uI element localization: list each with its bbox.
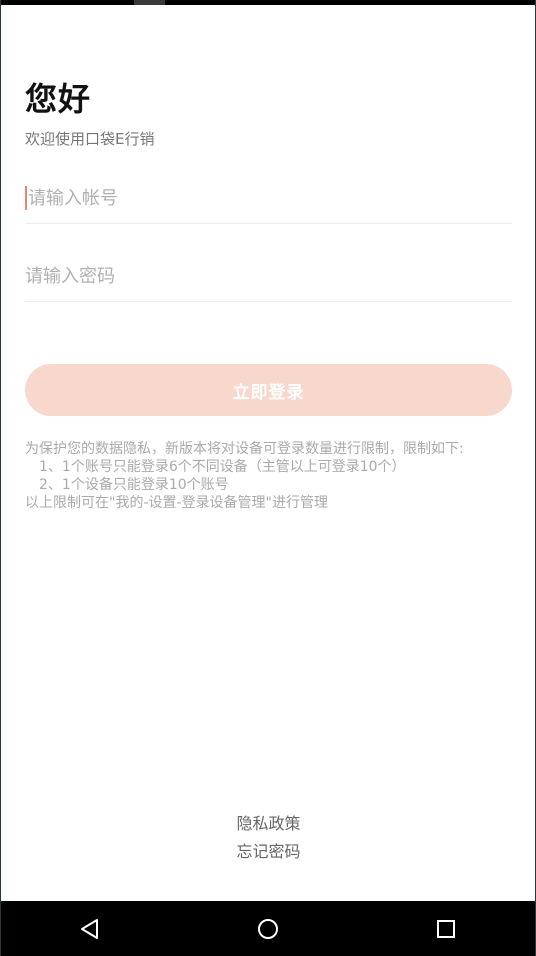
- account-field[interactable]: [25, 180, 515, 224]
- password-field[interactable]: [25, 258, 512, 302]
- nav-home-button[interactable]: [238, 901, 298, 956]
- notice-line: 为保护您的数据隐私，新版本将对设备可登录数量进行限制，限制如下:: [25, 441, 464, 457]
- home-icon: [258, 918, 278, 939]
- greeting-title: 您好: [25, 80, 92, 118]
- back-icon: [81, 918, 98, 939]
- system-navigation-bar: [1, 901, 535, 956]
- status-bar: [1, 0, 535, 5]
- device-limit-notice: 为保护您的数据隐私，新版本将对设备可登录数量进行限制，限制如下: 1、1个账号只…: [25, 440, 512, 512]
- account-input[interactable]: [25, 180, 515, 216]
- password-input[interactable]: [25, 258, 512, 294]
- notice-line: 2、1个设备只能登录10个账号: [39, 477, 229, 493]
- nav-recents-button[interactable]: [416, 901, 476, 956]
- nav-back-button[interactable]: [60, 901, 120, 956]
- recents-icon: [437, 919, 455, 938]
- status-bar-notch: [134, 0, 165, 5]
- login-button[interactable]: 立即登录: [25, 364, 512, 416]
- forgot-password-link[interactable]: 忘记密码: [25, 838, 512, 862]
- text-caret: [25, 186, 27, 210]
- notice-line: 以上限制可在"我的-设置-登录设备管理"进行管理: [25, 495, 328, 511]
- welcome-subtitle: 欢迎使用口袋E行销: [25, 130, 155, 148]
- privacy-policy-link[interactable]: 隐私政策: [25, 810, 512, 834]
- notice-line: 1、1个账号只能登录6个不同设备（主管以上可登录10个）: [39, 459, 406, 475]
- login-screen: 您好 欢迎使用口袋E行销 立即登录 为保护您的数据隐私，新版本将对设备可登录数量…: [0, 0, 536, 956]
